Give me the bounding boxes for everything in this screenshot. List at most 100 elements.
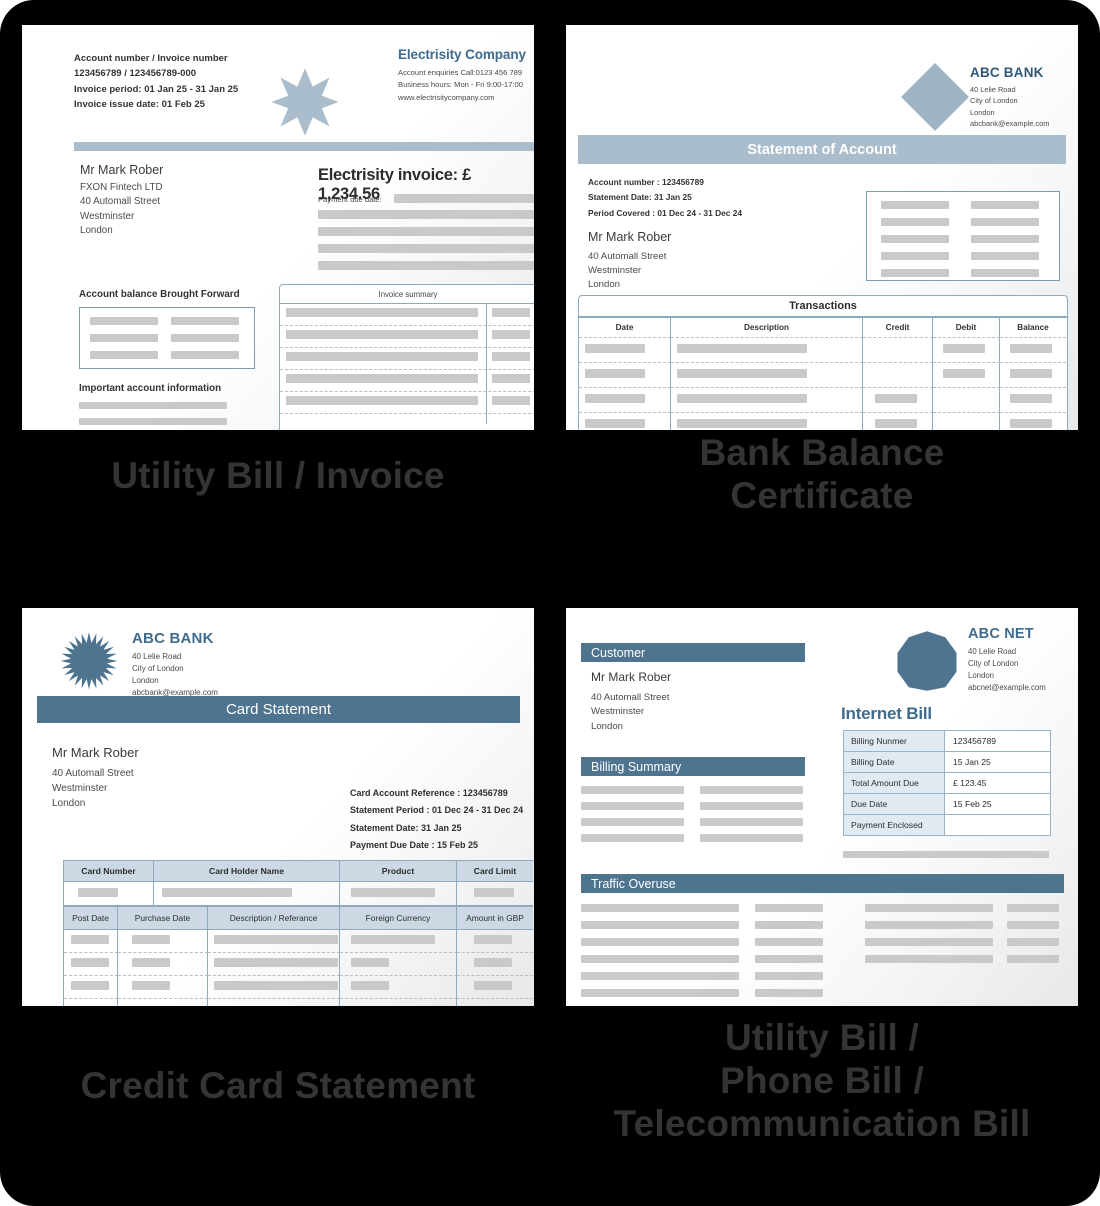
txn-cell-debit bbox=[933, 388, 1000, 413]
placeholder-bar bbox=[492, 308, 530, 317]
card-txn-body bbox=[64, 930, 534, 1006]
statement-customer-name: Mr Mark Rober bbox=[588, 230, 672, 244]
placeholder-bar bbox=[1010, 344, 1052, 353]
net-company-name: ABC NET bbox=[968, 626, 1034, 642]
net-company-block: ABC NET 40 Lelie Road City of London Lon… bbox=[968, 626, 1078, 693]
placeholder-bar bbox=[162, 888, 292, 897]
caption-credit-card-statement: Credit Card Statement bbox=[80, 1065, 476, 1106]
placeholder-bar bbox=[351, 958, 389, 967]
invoice-address-line-1: FXON Fintech LTD bbox=[80, 182, 163, 193]
card-txn-cell-amount-gbp bbox=[457, 953, 533, 976]
card-txn-cell-description-reference bbox=[208, 953, 340, 976]
col-header-card-number: Card Number bbox=[64, 861, 154, 882]
txn-cell-debit bbox=[933, 413, 1000, 430]
placeholder-bar bbox=[492, 330, 530, 339]
card-txn-cell-purchase-date bbox=[118, 976, 208, 999]
invoice-note-placeholders bbox=[318, 210, 534, 278]
card-txn-header-row: Post Date Purchase Date Description / Re… bbox=[64, 907, 534, 930]
account-balance-box bbox=[79, 307, 255, 369]
placeholder-bar bbox=[492, 352, 530, 361]
bill-table-value: £ 123.45 bbox=[945, 773, 1050, 794]
txn-cell-date bbox=[579, 338, 671, 363]
col-header-post-date: Post Date bbox=[64, 907, 118, 930]
bill-table-row: Billing Nunmer 123456789 bbox=[844, 731, 1050, 752]
card-txn-cell-amount-gbp bbox=[457, 930, 533, 953]
card-txn-cell-post-date bbox=[64, 999, 118, 1006]
col-header-product: Product bbox=[340, 861, 457, 882]
placeholder-bar bbox=[875, 394, 917, 403]
placeholder-bar bbox=[71, 935, 109, 944]
placeholder-bar bbox=[865, 921, 993, 929]
card-txn-cell-foreign-currency bbox=[340, 953, 457, 976]
card-bank-address-line-3: London bbox=[132, 676, 159, 685]
summary-row bbox=[280, 304, 534, 326]
placeholder-bar bbox=[132, 958, 170, 967]
placeholder-bar bbox=[971, 218, 1039, 226]
card-info-value-row bbox=[64, 882, 534, 907]
col-header-purchase-date: Purchase Date bbox=[118, 907, 208, 930]
placeholder-bar bbox=[581, 818, 684, 826]
statement-period-covered: Period Covered : 01 Dec 24 - 31 Dec 24 bbox=[588, 207, 743, 218]
placeholder-bar bbox=[581, 802, 684, 810]
bill-table-key: Billing Nunmer bbox=[844, 731, 945, 752]
txn-cell-balance bbox=[1000, 363, 1066, 388]
placeholder-bar bbox=[474, 981, 512, 990]
net-address-line-2: City of London bbox=[968, 658, 1019, 668]
placeholder-bar bbox=[78, 888, 118, 897]
bank-company-block: ABC BANK 40 Lelie Road City of London Lo… bbox=[970, 65, 1078, 130]
col-header-card-holder-name: Card Holder Name bbox=[154, 861, 340, 882]
placeholder-bar bbox=[79, 402, 227, 409]
placeholder-bar bbox=[585, 394, 645, 403]
txn-cell-debit bbox=[933, 338, 1000, 363]
traffic-col-d bbox=[1007, 904, 1059, 1006]
statement-meta-block: Account number : 123456789 Statement Dat… bbox=[588, 175, 742, 221]
bill-table-key: Due Date bbox=[844, 794, 945, 815]
placeholder-bar bbox=[286, 308, 478, 317]
placeholder-bar bbox=[700, 818, 803, 826]
placeholder-bar bbox=[755, 955, 823, 963]
placeholder-bar bbox=[677, 344, 807, 353]
cell-card-limit bbox=[457, 882, 533, 907]
placeholder-bar bbox=[755, 904, 823, 912]
billing-summary-col-right bbox=[700, 786, 803, 850]
placeholder-bar bbox=[700, 802, 803, 810]
bank-address-line-1: 40 Lelie Road bbox=[970, 85, 1016, 94]
bill-table-row: Payment Enclosed bbox=[844, 815, 1050, 835]
balance-row bbox=[80, 351, 254, 359]
card-txn-cell-description-reference bbox=[208, 930, 340, 953]
placeholder-bar bbox=[943, 344, 985, 353]
transactions-caption: Transactions bbox=[579, 296, 1067, 318]
placeholder-bar bbox=[581, 955, 739, 963]
traffic-col-a bbox=[581, 904, 739, 1006]
net-customer-address: 40 Automall Street Westminster London bbox=[591, 691, 669, 734]
card-customer-address: 40 Automall Street Westminster London bbox=[52, 766, 134, 811]
card-txn-cell-purchase-date bbox=[118, 953, 208, 976]
placeholder-bar bbox=[581, 921, 739, 929]
cell-card-number bbox=[64, 882, 154, 907]
placeholder-bar bbox=[318, 227, 534, 236]
placeholder-bar bbox=[585, 344, 645, 353]
net-customer-address-line-2: Westminster bbox=[591, 706, 645, 718]
txn-cell-credit bbox=[863, 388, 933, 413]
net-address-line-3: London bbox=[968, 670, 995, 680]
col-header-description-reference: Description / Referance bbox=[208, 907, 340, 930]
invoice-header-line-2: 123456789 / 123456789-000 bbox=[74, 68, 197, 80]
col-header-credit: Credit bbox=[863, 318, 933, 338]
billing-summary-placeholders bbox=[581, 786, 803, 850]
sunburst-logo-icon bbox=[58, 630, 120, 692]
txn-cell-description bbox=[671, 363, 863, 388]
placeholder-bar bbox=[865, 938, 993, 946]
invoice-summary-caption: Invoice summary bbox=[280, 285, 534, 304]
placeholder-bar bbox=[585, 419, 645, 428]
important-information-heading: Important account information bbox=[79, 383, 222, 394]
placeholder-bar bbox=[581, 938, 739, 946]
placeholder-bar bbox=[492, 374, 530, 383]
balance-row bbox=[80, 334, 254, 342]
header-divider-band bbox=[74, 142, 534, 151]
col-header-card-limit: Card Limit bbox=[457, 861, 533, 882]
payment-due-date-label: Payment due date: bbox=[318, 195, 382, 204]
caption-utility-bill: Utility Bill / Invoice bbox=[111, 455, 445, 496]
placeholder-bar bbox=[881, 269, 949, 277]
electricity-company-line-3: www.electrisitycompany.com bbox=[398, 92, 495, 102]
placeholder-bar bbox=[881, 235, 949, 243]
